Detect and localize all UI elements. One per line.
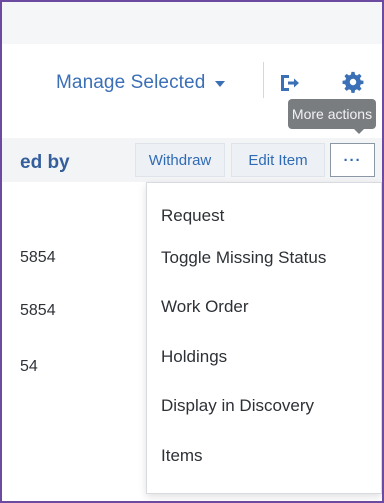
menu-item-holdings[interactable]: Holdings xyxy=(147,332,381,382)
menu-item-display-in-discovery[interactable]: Display in Discovery xyxy=(147,382,381,432)
menu-item-items[interactable]: Items xyxy=(147,431,381,481)
more-actions-tooltip: More actions xyxy=(288,99,376,129)
table-cell: 5854 xyxy=(20,249,56,266)
tooltip-arrow xyxy=(354,129,364,134)
export-icon[interactable] xyxy=(278,72,300,94)
toolbar-divider xyxy=(263,62,264,98)
more-actions-menu: Request Toggle Missing Status Work Order… xyxy=(146,182,382,494)
column-header-modified-by: ed by xyxy=(20,152,70,173)
window-frame: Manage Selected ed by Withdraw Edit Item… xyxy=(0,0,384,503)
manage-selected-dropdown[interactable]: Manage Selected xyxy=(56,72,226,94)
edit-item-button[interactable]: Edit Item xyxy=(231,143,325,177)
menu-item-toggle-missing-status[interactable]: Toggle Missing Status xyxy=(147,233,381,283)
table-cell: 54 xyxy=(20,358,38,375)
manage-selected-label: Manage Selected xyxy=(56,72,206,93)
more-actions-button[interactable]: ··· xyxy=(330,143,375,177)
top-toolbar xyxy=(2,2,382,45)
menu-item-request[interactable]: Request xyxy=(147,199,381,233)
table-cell: 5854 xyxy=(20,302,56,319)
gear-icon[interactable] xyxy=(342,71,364,93)
chevron-down-icon xyxy=(215,81,226,87)
menu-item-work-order[interactable]: Work Order xyxy=(147,283,381,333)
withdraw-button[interactable]: Withdraw xyxy=(135,143,225,177)
